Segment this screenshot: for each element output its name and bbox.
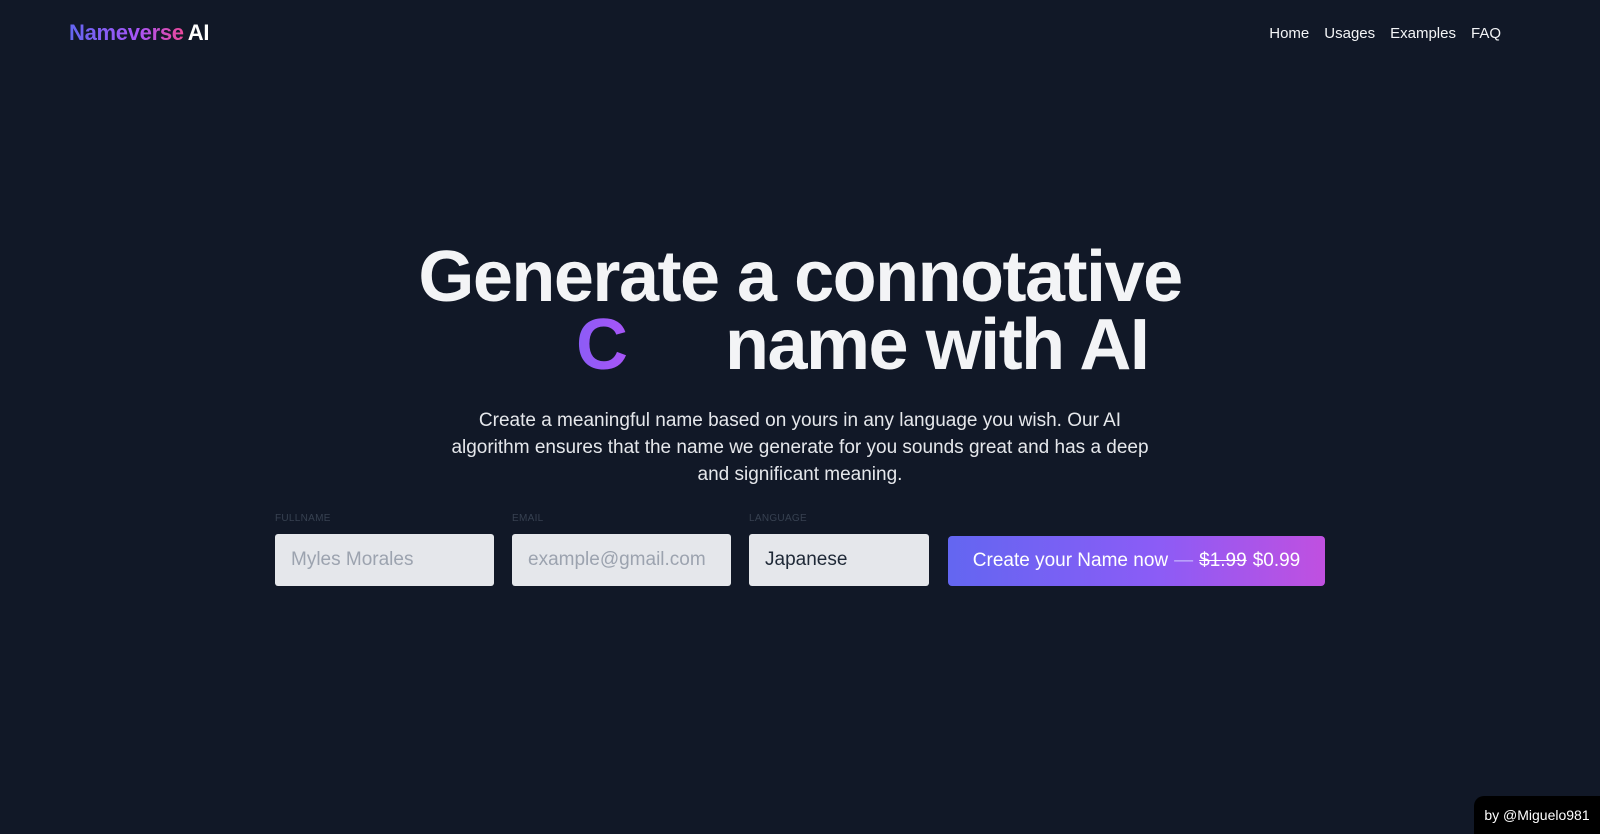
cta-new-price: $0.99 — [1252, 550, 1301, 571]
nav-home-link[interactable]: Home — [1269, 25, 1309, 42]
logo-suffix: AI — [187, 20, 210, 45]
logo-brand: Nameverse — [69, 20, 184, 45]
hero-subtitle: Create a meaningful name based on yours … — [451, 410, 1149, 485]
nav-usages-link[interactable]: Usages — [1324, 25, 1375, 42]
language-input[interactable] — [749, 534, 929, 586]
fullname-field-group: FULLNAME — [275, 513, 494, 586]
hero-section: Generate a connotative C name with AI Cr… — [0, 241, 1600, 488]
author-credit-badge[interactable]: by @Miguelo981 — [1474, 796, 1600, 834]
email-field-group: EMAIL — [512, 513, 731, 586]
hero-title-line2-wrapper: C name with AI — [0, 305, 1600, 385]
typed-word: C — [576, 305, 628, 385]
nav-examples-link[interactable]: Examples — [1390, 25, 1456, 42]
fullname-input[interactable] — [275, 534, 494, 586]
fullname-label: FULLNAME — [275, 513, 331, 524]
email-input[interactable] — [512, 534, 731, 586]
nav-menu: Home Usages Examples FAQ — [1269, 25, 1501, 42]
top-navigation: Nameverse AI Home Usages Examples FAQ — [0, 0, 1600, 68]
language-label: LANGUAGE — [749, 513, 807, 524]
create-name-button[interactable]: Create your Name now — $1.99 $0.99 — [948, 536, 1325, 586]
nav-faq-link[interactable]: FAQ — [1471, 25, 1501, 42]
author-credit-text: by @Miguelo981 — [1484, 807, 1590, 823]
cta-separator: — — [1174, 550, 1194, 571]
name-generator-form: FULLNAME EMAIL LANGUAGE Create your Name… — [275, 513, 1325, 586]
hero-title-line2: name with AI — [725, 305, 1150, 385]
hero-title: Generate a connotative C name with AI — [0, 241, 1600, 385]
cta-label: Create your Name now — [972, 550, 1169, 571]
cta-old-price: $1.99 — [1199, 550, 1247, 571]
logo[interactable]: Nameverse AI — [69, 20, 209, 46]
email-label: EMAIL — [512, 513, 544, 524]
language-field-group: LANGUAGE — [749, 513, 929, 586]
